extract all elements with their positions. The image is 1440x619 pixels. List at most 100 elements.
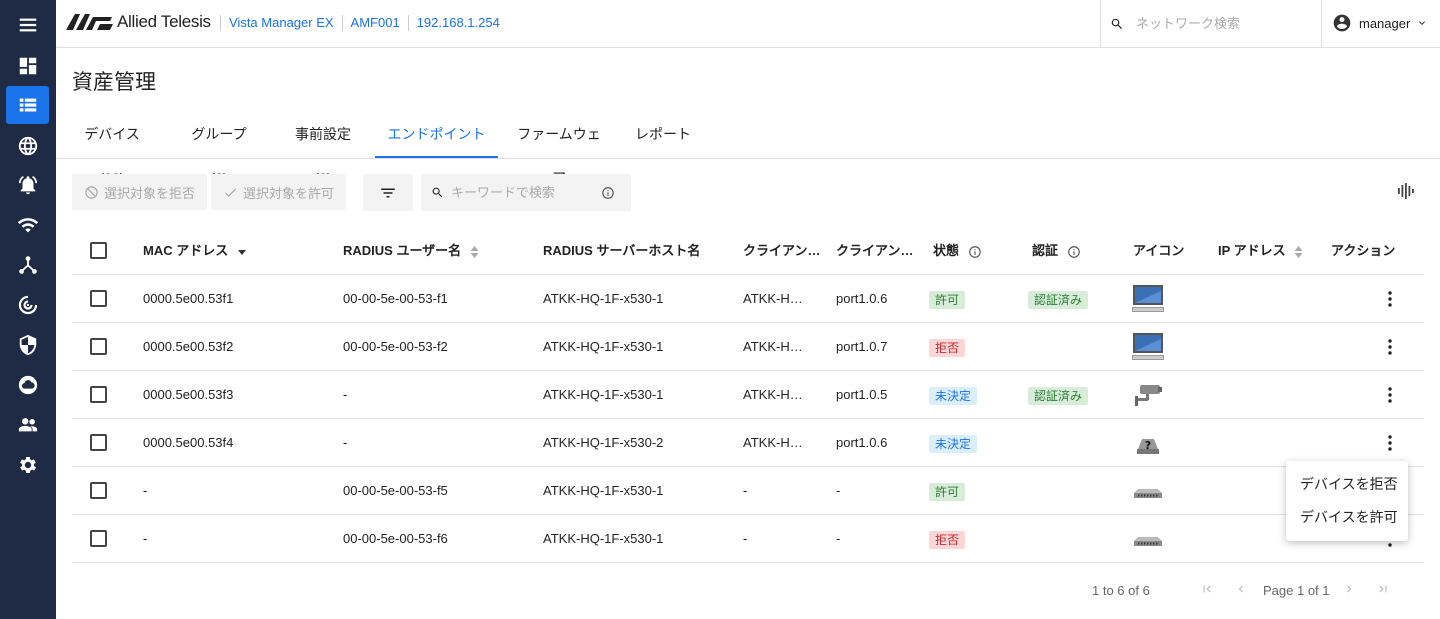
cell-radius-user: - bbox=[343, 387, 348, 402]
breadcrumb-address[interactable]: 192.168.1.254 bbox=[407, 15, 508, 31]
topology-icon[interactable] bbox=[6, 246, 49, 284]
row-checkbox[interactable] bbox=[90, 434, 107, 451]
wifi-icon[interactable] bbox=[6, 206, 49, 244]
header-radius-host[interactable]: RADIUS サーバーホスト名 bbox=[543, 227, 700, 274]
users-icon[interactable] bbox=[6, 406, 49, 444]
table-row[interactable]: 0000.5e00.53f3 - ATKK-HQ-1F-x530-1 ATKK-H… p… bbox=[72, 371, 1424, 419]
filter-button[interactable] bbox=[363, 174, 413, 211]
menu-icon[interactable] bbox=[6, 6, 49, 44]
check-icon bbox=[225, 188, 237, 197]
list-icon[interactable] bbox=[6, 86, 49, 124]
header-client-2[interactable]: クライアン… bbox=[836, 227, 913, 274]
tab-devices[interactable]: デバイス (32) bbox=[72, 112, 152, 186]
header-mac[interactable]: MAC アドレス bbox=[143, 227, 247, 274]
header-auth[interactable]: 認証 bbox=[1032, 227, 1081, 274]
header-ip[interactable]: IP アドレス bbox=[1218, 227, 1303, 274]
table-row[interactable]: - 00-00-5e-00-53-f5 ATKK-HQ-1F-x530-1 - - 許可 bbox=[72, 467, 1424, 515]
cell-mac: - bbox=[143, 483, 148, 498]
menu-reject-device[interactable]: デバイスを拒否 bbox=[1286, 471, 1408, 504]
settings-icon[interactable] bbox=[6, 446, 49, 484]
cell-status: 許可 bbox=[929, 275, 966, 322]
cell-radius-user: 00-00-5e-00-53-f2 bbox=[343, 339, 448, 354]
more-vert-icon[interactable] bbox=[1384, 386, 1396, 404]
column-density-icon[interactable] bbox=[1397, 182, 1415, 200]
table-row[interactable]: 0000.5e00.53f4 - ATKK-HQ-1F-x530-2 ATKK-H… p… bbox=[72, 419, 1424, 467]
row-checkbox[interactable] bbox=[90, 338, 107, 355]
allied-telesis-logo-icon bbox=[66, 14, 113, 30]
filter-icon bbox=[381, 188, 395, 197]
device-pc-icon bbox=[1132, 331, 1164, 363]
cloud-icon[interactable] bbox=[6, 366, 49, 404]
tab-firmware[interactable]: ファームウェア bbox=[512, 112, 606, 186]
cell-client-1: ATKK-H… bbox=[743, 339, 803, 354]
info-icon[interactable] bbox=[968, 245, 982, 259]
cell-mac: 0000.5e00.53f1 bbox=[143, 291, 234, 306]
prev-page-icon[interactable] bbox=[1234, 582, 1248, 596]
info-icon[interactable] bbox=[601, 186, 615, 200]
shield-icon[interactable] bbox=[6, 326, 49, 364]
alarm-icon[interactable] bbox=[6, 166, 49, 204]
user-menu[interactable]: manager bbox=[1332, 13, 1428, 33]
cell-radius-host: ATKK-HQ-1F-x530-1 bbox=[543, 531, 664, 546]
cell-client-1: ATKK-H… bbox=[743, 435, 803, 450]
header-radius-user[interactable]: RADIUS ユーザー名 bbox=[343, 227, 479, 274]
select-all-checkbox[interactable] bbox=[90, 242, 107, 259]
tab-report[interactable]: レポート bbox=[634, 112, 692, 158]
cell-client-1: ATKK-H… bbox=[743, 387, 803, 402]
info-icon[interactable] bbox=[1067, 245, 1081, 259]
tab-endpoints[interactable]: エンドポイント bbox=[375, 112, 498, 158]
pagination-page: Page 1 of 1 bbox=[1263, 583, 1330, 598]
last-page-icon[interactable] bbox=[1376, 582, 1390, 596]
cell-mac: 0000.5e00.53f2 bbox=[143, 339, 234, 354]
network-search-input[interactable] bbox=[1136, 16, 1306, 31]
more-vert-icon[interactable] bbox=[1384, 338, 1396, 356]
auth-badge: 認証済み bbox=[1028, 290, 1089, 309]
first-page-icon[interactable] bbox=[1200, 582, 1214, 596]
block-icon bbox=[85, 185, 98, 199]
sort-icon bbox=[1294, 245, 1303, 258]
sort-icon bbox=[470, 245, 479, 258]
row-checkbox[interactable] bbox=[90, 482, 107, 499]
cell-status: 拒否 bbox=[929, 515, 966, 562]
row-checkbox[interactable] bbox=[90, 386, 107, 403]
row-action-menu: デバイスを拒否 デバイスを許可 bbox=[1286, 461, 1408, 541]
globe-icon[interactable] bbox=[6, 127, 49, 165]
menu-allow-device[interactable]: デバイスを許可 bbox=[1286, 504, 1408, 537]
header-status[interactable]: 状態 bbox=[933, 227, 982, 274]
reject-selected-button[interactable]: 選択対象を拒否 bbox=[72, 174, 207, 210]
row-checkbox[interactable] bbox=[90, 530, 107, 547]
cell-radius-user: 00-00-5e-00-53-f6 bbox=[343, 531, 448, 546]
cell-radius-host: ATKK-HQ-1F-x530-2 bbox=[543, 435, 664, 450]
search-icon bbox=[1111, 18, 1122, 29]
breadcrumb: Vista Manager EX AMF001 192.168.1.254 bbox=[220, 15, 508, 31]
more-vert-icon[interactable] bbox=[1384, 290, 1396, 308]
keyword-search-input[interactable] bbox=[451, 185, 601, 200]
pagination-range: 1 to 6 of 6 bbox=[1092, 583, 1150, 598]
dashboard-icon[interactable] bbox=[6, 47, 49, 85]
tab-groups[interactable]: グループ (8) bbox=[182, 112, 256, 186]
table-row[interactable]: - 00-00-5e-00-53-f6 ATKK-HQ-1F-x530-1 - - 拒否 bbox=[72, 515, 1424, 563]
cell-client-1: - bbox=[743, 531, 748, 546]
tab-presets[interactable]: 事前設定 (0) bbox=[285, 112, 361, 186]
allow-selected-button[interactable]: 選択対象を許可 bbox=[211, 174, 346, 210]
row-checkbox[interactable] bbox=[90, 290, 107, 307]
chevron-down-icon bbox=[1419, 21, 1426, 25]
breadcrumb-product[interactable]: Vista Manager EX bbox=[220, 15, 342, 31]
device-pc-icon bbox=[1132, 283, 1164, 315]
cell-radius-host: ATKK-HQ-1F-x530-1 bbox=[543, 483, 664, 498]
cell-status: 未決定 bbox=[929, 419, 978, 466]
header-client-1[interactable]: クライアン… bbox=[743, 227, 820, 274]
cell-client-1: ATKK-H… bbox=[743, 291, 803, 306]
more-vert-icon[interactable] bbox=[1384, 434, 1396, 452]
brand-logo[interactable]: Allied Telesis bbox=[66, 12, 211, 32]
cell-auth: 認証済み bbox=[1028, 275, 1089, 322]
device-switch-icon bbox=[1132, 523, 1164, 555]
radar-icon[interactable] bbox=[6, 286, 49, 324]
table-row[interactable]: 0000.5e00.53f2 00-00-5e-00-53-f2 ATKK-HQ-1… bbox=[72, 323, 1424, 371]
allow-selected-label: 選択対象を許可 bbox=[243, 185, 335, 201]
table-row[interactable]: 0000.5e00.53f1 00-00-5e-00-53-f1 ATKK-HQ-1… bbox=[72, 275, 1424, 323]
next-page-icon[interactable] bbox=[1342, 582, 1356, 596]
breadcrumb-area[interactable]: AMF001 bbox=[341, 15, 408, 31]
page-title: 資産管理 bbox=[72, 71, 156, 94]
cell-radius-user: 00-00-5e-00-53-f5 bbox=[343, 483, 448, 498]
